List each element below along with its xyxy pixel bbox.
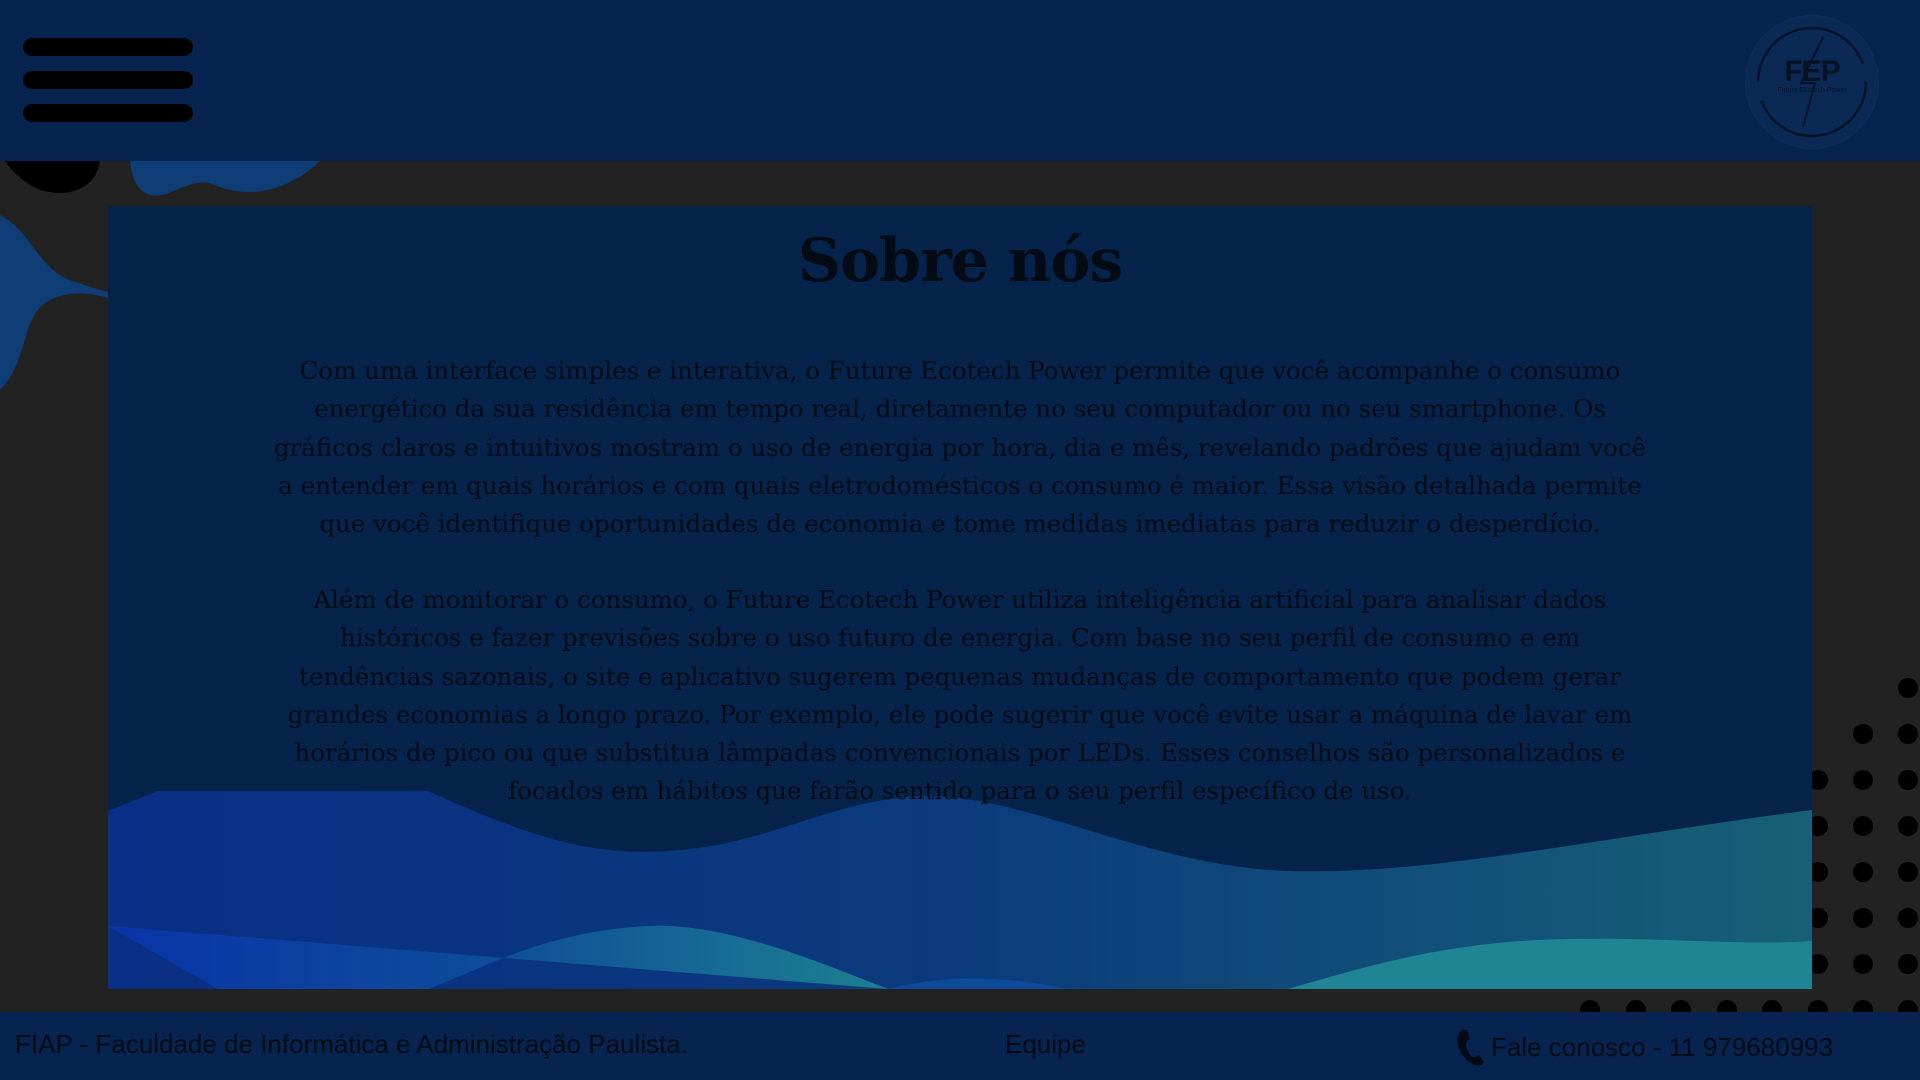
about-card: Sobre nós Com uma interface simples e in… — [108, 206, 1812, 989]
header: FEP Future Ecotech Power — [0, 0, 1920, 161]
page-title: Sobre nós — [797, 226, 1123, 296]
contact-link[interactable]: Fale conosco - 11 979680993 — [1455, 1027, 1833, 1067]
about-paragraph-1: Com uma interface simples e interativa, … — [273, 356, 1647, 539]
team-link[interactable]: Equipe — [1005, 1029, 1086, 1060]
logo-subtext: Future Ecotech Power — [1777, 87, 1847, 94]
phone-icon — [1457, 1030, 1484, 1066]
logo[interactable]: FEP Future Ecotech Power — [1745, 15, 1879, 149]
institution-text: FIAP - Faculdade de Informática e Admini… — [15, 1029, 688, 1059]
hamburger-menu-icon[interactable] — [23, 38, 193, 124]
logo-text: FEP — [1784, 55, 1840, 88]
contact-text: Fale conosco - 11 979680993 — [1491, 1031, 1834, 1062]
about-paragraph-2: Além de monitorar o consumo, o Future Ec… — [287, 585, 1633, 806]
footer: FIAP - Faculdade de Informática e Admini… — [0, 1012, 1920, 1080]
